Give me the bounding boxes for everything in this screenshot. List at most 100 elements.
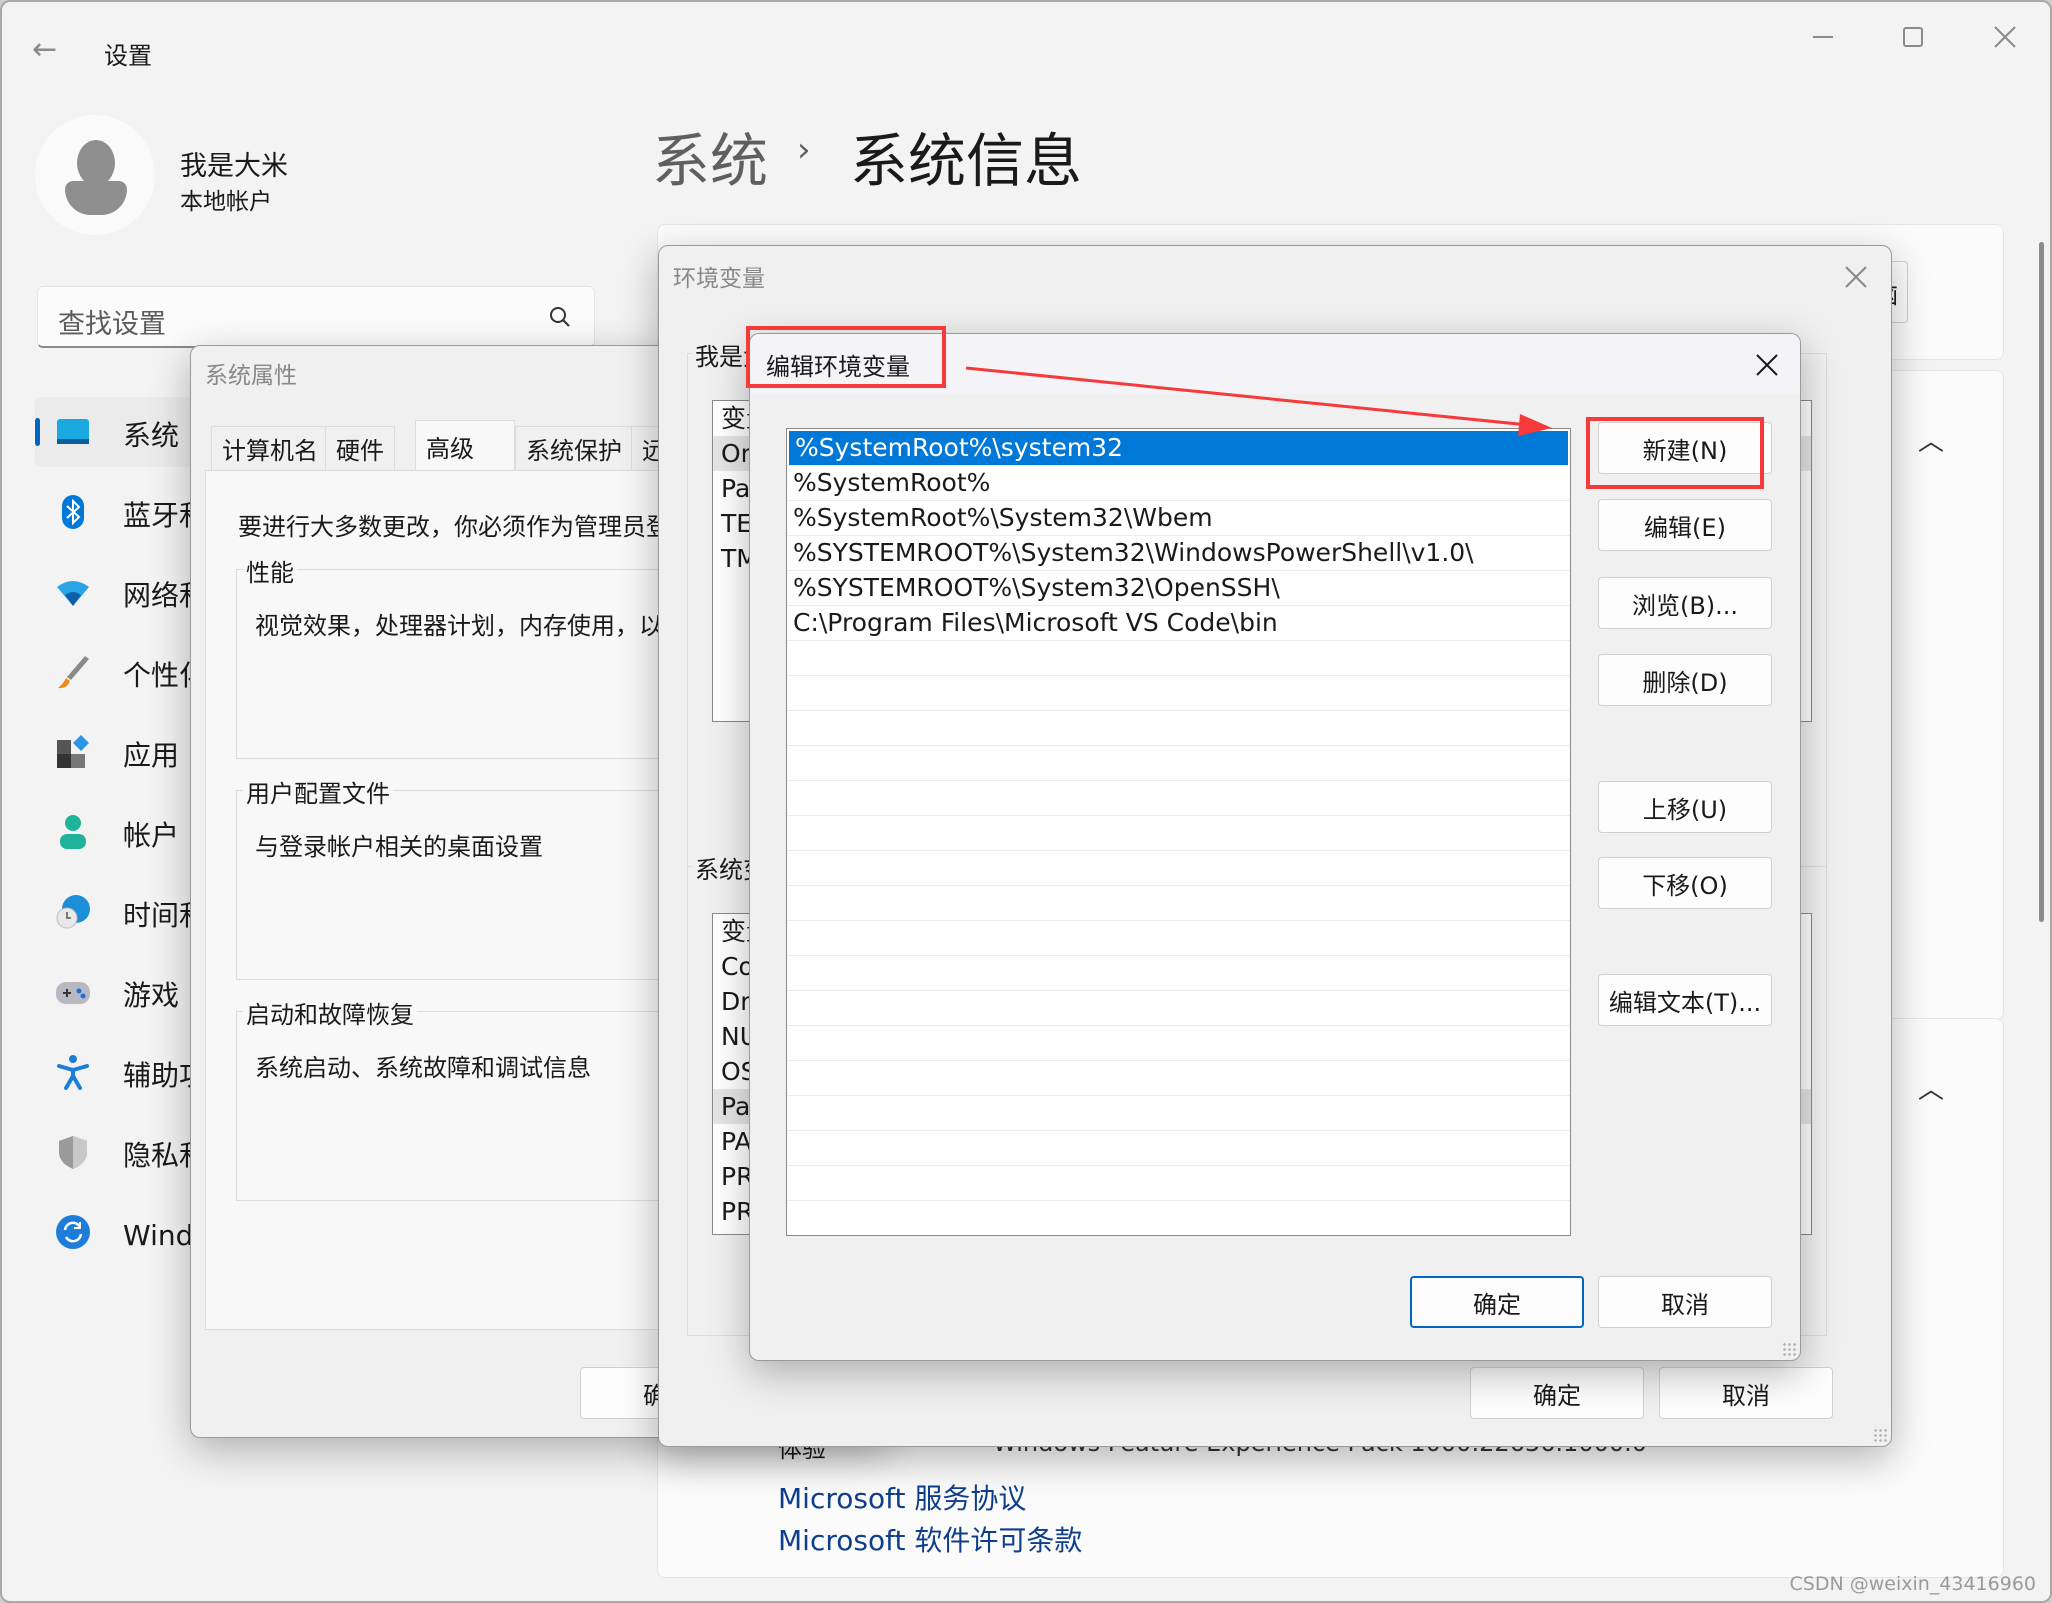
tab-label: 硬件 [336, 437, 384, 465]
annotation-box-title [746, 326, 946, 388]
tab-computer-name[interactable]: 计算机名 [211, 426, 329, 470]
user-name: 我是大米 [180, 151, 288, 182]
time-language-icon [56, 895, 90, 929]
sidebar-item-label: 系统 [123, 419, 180, 452]
search-icon [550, 307, 570, 327]
button-label: 取消 [1661, 1290, 1709, 1319]
env-cancel-button[interactable]: 取消 [1659, 1367, 1833, 1419]
button-label: 编辑文本(T)... [1608, 988, 1762, 1017]
tab-system-protection[interactable]: 系统保护 [515, 426, 633, 470]
breadcrumb-parent[interactable]: 系统 [652, 114, 768, 198]
account-type: 本地帐户 [180, 189, 272, 215]
path-list[interactable]: %SystemRoot%\system32 %SystemRoot% %System… [786, 428, 1571, 1236]
path-row-empty[interactable] [787, 1026, 1570, 1061]
page-title: 系统信息 [850, 127, 1083, 195]
group-title: 性能 [243, 553, 297, 588]
admin-note: 要进行大多数更改，你必须作为管理员登录。 [238, 513, 718, 541]
annotation-arrow-icon [965, 366, 1552, 436]
license-terms-link[interactable]: Microsoft 软件许可条款 [778, 1519, 1082, 1559]
resize-grip-icon[interactable] [1873, 1428, 1887, 1442]
scrollbar[interactable] [2039, 242, 2044, 922]
watermark: CSDN @weixin_43416960 [1789, 1573, 2037, 1595]
sidebar-item-label: 应用 [123, 739, 180, 772]
close-icon[interactable] [1845, 266, 1867, 288]
path-row-empty[interactable] [787, 641, 1570, 676]
service-agreement-link[interactable]: Microsoft 服务协议 [778, 1477, 1026, 1517]
button-label: 编辑(E) [1644, 513, 1726, 542]
minimize-icon[interactable] [1800, 20, 1846, 54]
app-title: 设置 [104, 42, 152, 70]
shield-icon [59, 1136, 87, 1169]
delete-button[interactable]: 删除(D) [1598, 654, 1772, 706]
group-title: 用户配置文件 [243, 774, 393, 809]
path-row-empty[interactable] [787, 711, 1570, 746]
group-desc: 与登录帐户相关的桌面设置 [255, 833, 543, 861]
search-input[interactable]: 查找设置 [37, 286, 595, 348]
path-row-empty[interactable] [787, 1166, 1570, 1201]
tab-label: 计算机名 [222, 437, 318, 465]
path-row-empty[interactable] [787, 1096, 1570, 1131]
ok-button[interactable]: 确定 [1410, 1276, 1584, 1328]
button-label: 浏览(B)... [1631, 591, 1739, 620]
close-icon[interactable] [1982, 20, 2028, 54]
wifi-icon [57, 581, 89, 606]
dialog-title: 环境变量 [673, 266, 765, 292]
path-row-empty[interactable] [787, 921, 1570, 956]
browse-button[interactable]: 浏览(B)... [1598, 577, 1772, 629]
path-row-empty[interactable] [787, 886, 1570, 921]
avatar[interactable] [35, 115, 155, 235]
tab-label: 高级 [426, 434, 474, 463]
button-label: 上移(U) [1642, 795, 1728, 824]
path-row-empty[interactable] [787, 1201, 1570, 1235]
chevron-up-icon[interactable]: ︿ [1918, 421, 1944, 458]
gamepad-icon [56, 982, 90, 1004]
path-row-empty[interactable] [787, 851, 1570, 886]
path-row[interactable]: %SYSTEMROOT%\System32\OpenSSH\ [787, 571, 1570, 606]
path-row-empty[interactable] [787, 1061, 1570, 1096]
move-down-button[interactable]: 下移(O) [1598, 857, 1772, 909]
tab-advanced[interactable]: 高级 [415, 420, 515, 471]
move-up-button[interactable]: 上移(U) [1598, 781, 1772, 833]
chevron-up-icon[interactable]: ︿ [1918, 1069, 1944, 1106]
edit-text-button[interactable]: 编辑文本(T)... [1598, 974, 1772, 1026]
tab-hardware[interactable]: 硬件 [325, 426, 395, 470]
account-icon [60, 815, 86, 849]
sidebar-item-label: 帐户 [123, 819, 180, 852]
button-label: 下移(O) [1642, 871, 1728, 900]
brush-icon [58, 656, 89, 689]
active-indicator [35, 418, 40, 446]
env-ok-button[interactable]: 确定 [1470, 1367, 1644, 1419]
path-row-empty[interactable] [787, 1131, 1570, 1166]
system-icon [57, 419, 89, 444]
path-row[interactable]: %SystemRoot%\System32\Wbem [787, 501, 1570, 536]
close-icon[interactable] [1756, 354, 1778, 376]
avatar-head [77, 140, 115, 186]
back-arrow-icon[interactable]: ← [32, 32, 57, 67]
button-label: 确定 [1533, 1381, 1581, 1410]
cancel-button[interactable]: 取消 [1598, 1276, 1772, 1328]
path-row-empty[interactable] [787, 816, 1570, 851]
annotation-box-new-button [1586, 417, 1764, 489]
path-row[interactable]: %SYSTEMROOT%\System32\WindowsPowerShell\… [787, 536, 1570, 571]
search-placeholder: 查找设置 [58, 309, 166, 340]
breadcrumb-separator: › [797, 130, 811, 170]
sidebar-item-label: 游戏 [123, 979, 180, 1012]
bluetooth-icon [62, 495, 84, 529]
group-desc: 系统启动、系统故障和调试信息 [255, 1054, 591, 1082]
path-row-empty[interactable] [787, 956, 1570, 991]
path-row-empty[interactable] [787, 676, 1570, 711]
button-label: 取消 [1722, 1381, 1770, 1410]
path-row-empty[interactable] [787, 991, 1570, 1026]
path-row-empty[interactable] [787, 746, 1570, 781]
path-row[interactable]: C:\Program Files\Microsoft VS Code\bin [787, 606, 1570, 641]
path-row[interactable]: %SystemRoot% [787, 466, 1570, 501]
path-row-empty[interactable] [787, 781, 1570, 816]
resize-grip-icon[interactable] [1782, 1342, 1796, 1356]
accessibility-icon [57, 1055, 89, 1090]
group-title: 启动和故障恢复 [243, 995, 417, 1030]
apps-icon [57, 735, 89, 768]
dialog-title: 系统属性 [205, 363, 297, 389]
maximize-icon[interactable] [1890, 20, 1936, 54]
button-label: 删除(D) [1642, 668, 1728, 697]
edit-button[interactable]: 编辑(E) [1598, 499, 1772, 551]
